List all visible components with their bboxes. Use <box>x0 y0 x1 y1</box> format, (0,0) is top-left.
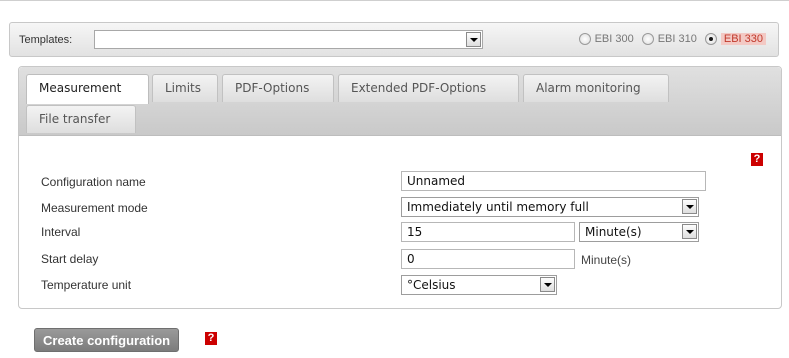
temperature-unit-select[interactable]: °Celsius <box>401 275 557 295</box>
interval-input[interactable]: 15 <box>401 222 575 242</box>
start-delay-label: Start delay <box>41 252 99 266</box>
configuration-name-input[interactable]: Unnamed <box>401 171 706 191</box>
tab-strip: Measurement Limits PDF-Options Extended … <box>19 67 781 136</box>
configuration-name-label: Configuration name <box>41 175 146 189</box>
tab-pdf-options[interactable]: PDF-Options <box>222 74 334 102</box>
create-configuration-button[interactable]: Create configuration <box>34 328 180 352</box>
radio-label-ebi330: EBI 330 <box>720 33 766 45</box>
start-delay-input[interactable]: 0 <box>401 249 575 269</box>
interval-unit-value: Minute(s) <box>585 225 642 239</box>
help-icon[interactable]: ? <box>751 153 763 166</box>
template-bar: Templates: EBI 300 EBI 310 EBI 330 <box>9 22 779 57</box>
chevron-down-icon[interactable] <box>540 277 555 292</box>
temperature-unit-label: Temperature unit <box>41 278 132 292</box>
templates-label: Templates: <box>19 34 73 46</box>
radio-button-icon[interactable] <box>578 33 591 45</box>
tab-limits[interactable]: Limits <box>152 74 218 102</box>
interval-unit-select[interactable]: Minute(s) <box>579 222 699 242</box>
measurement-mode-select[interactable]: Immediately until memory full <box>401 197 699 217</box>
tab-extended-pdf-options[interactable]: Extended PDF-Options <box>338 74 519 102</box>
temperature-unit-value: °Celsius <box>407 278 456 292</box>
tab-alarm-monitoring[interactable]: Alarm monitoring <box>523 74 669 102</box>
start-delay-unit: Minute(s) <box>581 253 632 267</box>
device-radio-group: EBI 300 EBI 310 EBI 330 <box>571 33 766 45</box>
interval-label: Interval <box>41 225 81 239</box>
radio-ebi330[interactable]: EBI 330 <box>704 33 766 45</box>
top-border <box>0 0 789 6</box>
chevron-down-icon[interactable] <box>682 224 697 239</box>
radio-label-ebi300: EBI 300 <box>594 33 634 45</box>
configuration-panel: Measurement Limits PDF-Options Extended … <box>18 66 782 309</box>
measurement-mode-label: Measurement mode <box>41 201 148 215</box>
radio-ebi300[interactable]: EBI 300 <box>578 33 634 45</box>
chevron-down-icon[interactable] <box>682 199 697 214</box>
measurement-mode-value: Immediately until memory full <box>407 200 589 214</box>
tab-file-transfer[interactable]: File transfer <box>26 105 136 133</box>
tab-measurement[interactable]: Measurement <box>26 74 149 104</box>
chevron-down-icon[interactable] <box>466 32 481 47</box>
templates-select[interactable] <box>94 30 483 49</box>
radio-button-checked-icon[interactable] <box>704 33 717 45</box>
radio-ebi310[interactable]: EBI 310 <box>641 33 697 45</box>
radio-button-icon[interactable] <box>641 33 654 45</box>
help-icon[interactable]: ? <box>205 332 217 345</box>
radio-label-ebi310: EBI 310 <box>657 33 697 45</box>
